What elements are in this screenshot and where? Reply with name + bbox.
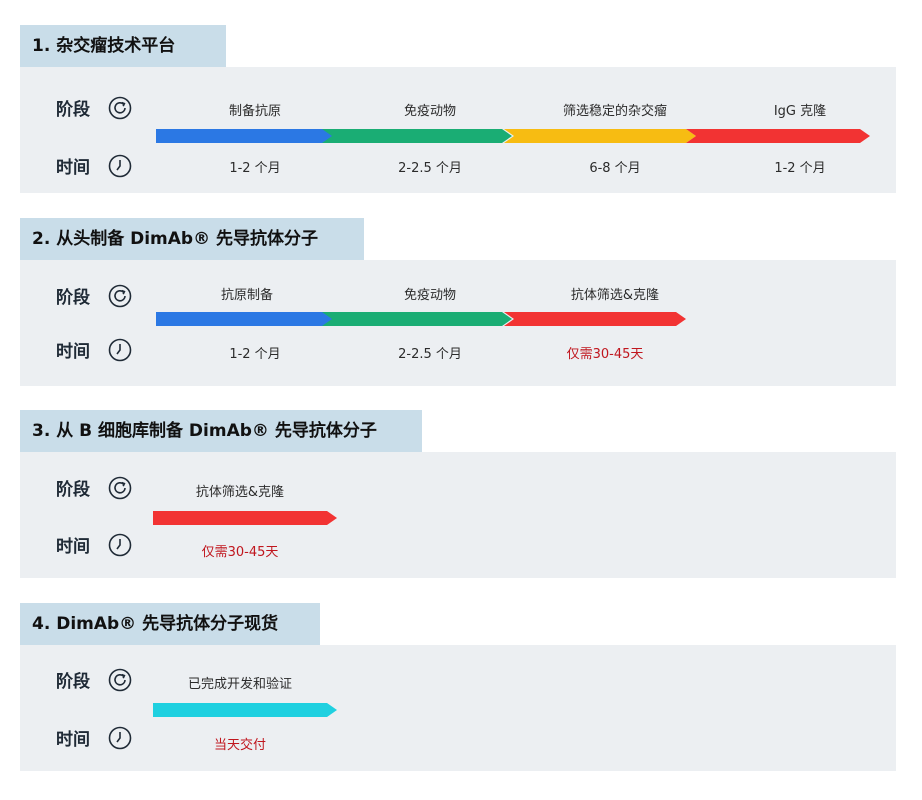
- section-panel: 阶段 时间 抗原制备 免疫动物 抗体筛选&克隆 1-2 个月 2-2.5 个月 …: [20, 260, 896, 386]
- stage-name: 抗体筛选&克隆: [570, 288, 660, 303]
- section-title: 3. 从 B 细胞库制备 DimAb® 先导抗体分子: [20, 410, 422, 452]
- stage-label: 阶段: [56, 100, 90, 120]
- section-title: 4. DimAb® 先导抗体分子现货: [20, 603, 320, 645]
- stage-duration-highlight: 当天交付: [213, 738, 266, 753]
- stage-label: 阶段: [56, 672, 90, 692]
- stage-arrow-blue: [156, 129, 338, 143]
- stage-row-label: 阶段: [56, 283, 132, 308]
- stage-row-label: 阶段: [56, 95, 132, 120]
- time-label: 时间: [56, 537, 90, 557]
- section-2: 2. 从头制备 DimAb® 先导抗体分子 阶段 时间 抗原制备 免疫动物 抗体…: [20, 218, 896, 386]
- stage-duration: 1-2 个月: [774, 161, 826, 176]
- clock-icon: [108, 726, 132, 749]
- stage-name: 抗体筛选&克隆: [195, 485, 285, 500]
- stage-duration: 1-2 个月: [229, 347, 281, 362]
- stage-arrow-green: [322, 312, 512, 326]
- stage-duration: 6-8 个月: [589, 161, 641, 176]
- section-3: 3. 从 B 细胞库制备 DimAb® 先导抗体分子 阶段 时间 抗体筛选&克隆…: [20, 410, 896, 578]
- stage-arrow-red: [504, 312, 686, 326]
- stage-row-label: 阶段: [56, 667, 132, 692]
- stage-name: 已完成开发和验证: [187, 677, 292, 692]
- clock-icon: [108, 338, 132, 361]
- stage-duration: 2-2.5 个月: [398, 161, 462, 176]
- time-row-label: 时间: [56, 532, 132, 557]
- stage-label: 阶段: [56, 480, 90, 500]
- stage-name: 免疫动物: [403, 288, 456, 303]
- time-row-label: 时间: [56, 725, 132, 750]
- time-label: 时间: [56, 730, 90, 750]
- time-row-label: 时间: [56, 337, 132, 362]
- stage-arrow-cyan: [153, 703, 337, 717]
- cycle-icon: [108, 284, 132, 307]
- stage-arrow-blue: [156, 312, 338, 326]
- cycle-icon: [108, 476, 132, 499]
- stage-name: IgG 克隆: [773, 104, 827, 119]
- stage-arrow-yellow: [504, 129, 696, 143]
- stage-duration: 2-2.5 个月: [398, 347, 462, 362]
- cycle-icon: [108, 96, 132, 119]
- time-row-label: 时间: [56, 153, 132, 178]
- section-title: 2. 从头制备 DimAb® 先导抗体分子: [20, 218, 364, 260]
- time-label: 时间: [56, 158, 90, 178]
- section-4: 4. DimAb® 先导抗体分子现货 阶段 时间 已完成开发和验证 当天交付: [20, 603, 896, 771]
- stage-arrow-green: [322, 129, 512, 143]
- time-label: 时间: [56, 342, 90, 362]
- section-1: 1. 杂交瘤技术平台 阶段 时间 制备抗原 免疫动物 筛选稳定的杂交瘤 IgG …: [20, 25, 896, 193]
- stage-name: 免疫动物: [403, 104, 456, 119]
- section-panel: 阶段 时间 抗体筛选&克隆 仅需30-45天: [20, 452, 896, 578]
- clock-icon: [108, 154, 132, 177]
- stage-name: 筛选稳定的杂交瘤: [562, 104, 667, 119]
- stage-arrow-red: [153, 511, 337, 525]
- section-title: 1. 杂交瘤技术平台: [20, 25, 226, 67]
- cycle-icon: [108, 668, 132, 691]
- clock-icon: [108, 533, 132, 556]
- stage-label: 阶段: [56, 288, 90, 308]
- section-panel: 阶段 时间 已完成开发和验证 当天交付: [20, 645, 896, 771]
- stage-duration-highlight: 仅需30-45天: [566, 347, 644, 362]
- section-panel: 阶段 时间 制备抗原 免疫动物 筛选稳定的杂交瘤 IgG 克隆 1-2 个月 2…: [20, 67, 896, 193]
- stage-arrow-red: [686, 129, 870, 143]
- stage-name: 抗原制备: [220, 288, 273, 303]
- stage-name: 制备抗原: [228, 104, 281, 119]
- stage-duration: 1-2 个月: [229, 161, 281, 176]
- stage-duration-highlight: 仅需30-45天: [201, 545, 279, 560]
- stage-row-label: 阶段: [56, 475, 132, 500]
